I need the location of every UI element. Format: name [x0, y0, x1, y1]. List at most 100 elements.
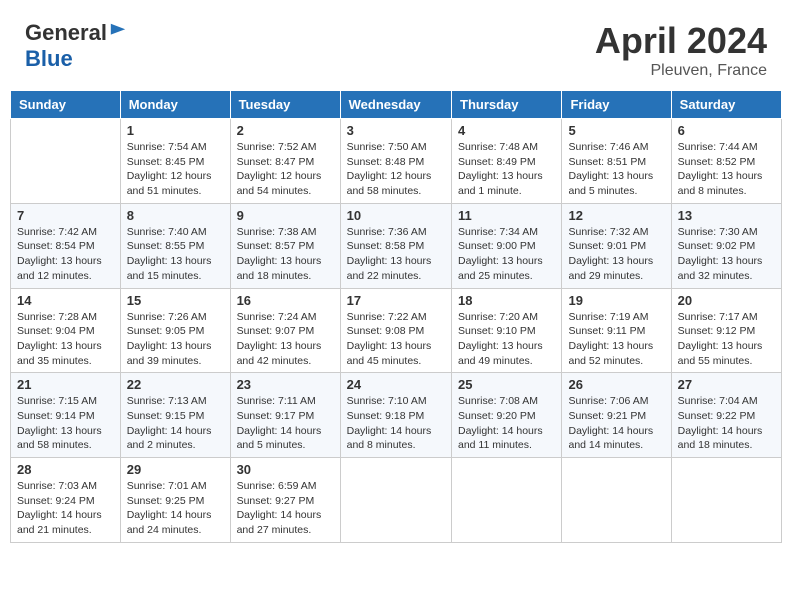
- day-number: 8: [127, 208, 224, 223]
- day-info: Sunrise: 7:10 AM Sunset: 9:18 PM Dayligh…: [347, 394, 445, 453]
- day-info: Sunrise: 7:22 AM Sunset: 9:08 PM Dayligh…: [347, 310, 445, 369]
- day-info: Sunrise: 7:30 AM Sunset: 9:02 PM Dayligh…: [678, 225, 775, 284]
- day-info: Sunrise: 7:54 AM Sunset: 8:45 PM Dayligh…: [127, 140, 224, 199]
- day-number: 6: [678, 123, 775, 138]
- day-number: 22: [127, 377, 224, 392]
- day-info: Sunrise: 7:26 AM Sunset: 9:05 PM Dayligh…: [127, 310, 224, 369]
- calendar-header-saturday: Saturday: [671, 91, 781, 119]
- calendar-day-cell: 6 Sunrise: 7:44 AM Sunset: 8:52 PM Daylig…: [671, 119, 781, 204]
- calendar-day-cell: 5 Sunrise: 7:46 AM Sunset: 8:51 PM Daylig…: [562, 119, 671, 204]
- day-number: 16: [237, 293, 334, 308]
- day-info: Sunrise: 7:38 AM Sunset: 8:57 PM Dayligh…: [237, 225, 334, 284]
- calendar-day-cell: 27Sunrise: 7:04 AM Sunset: 9:22 PM Dayli…: [671, 373, 781, 458]
- month-year-title: April 2024: [595, 20, 767, 62]
- calendar-day-cell: 24 Sunrise: 7:10 AM Sunset: 9:18 PM Dayli…: [340, 373, 451, 458]
- calendar-day-cell: 8 Sunrise: 7:40 AM Sunset: 8:55 PM Daylig…: [120, 203, 230, 288]
- day-info: Sunrise: 7:52 AM Sunset: 8:47 PM Dayligh…: [237, 140, 334, 199]
- day-info: Sunrise: 7:01 AM Sunset: 9:25 PM Dayligh…: [127, 479, 224, 538]
- day-number: 5: [568, 123, 664, 138]
- calendar-day-cell: 15 Sunrise: 7:26 AM Sunset: 9:05 PM Dayli…: [120, 288, 230, 373]
- day-number: 19: [568, 293, 664, 308]
- calendar-header-thursday: Thursday: [452, 91, 562, 119]
- page-header: General Blue April 2024 Pleuven, France: [10, 10, 782, 85]
- calendar-day-cell: 22 Sunrise: 7:13 AM Sunset: 9:15 PM Dayli…: [120, 373, 230, 458]
- day-info: Sunrise: 7:03 AM Sunset: 9:24 PM Dayligh…: [17, 479, 114, 538]
- day-info: Sunrise: 7:11 AM Sunset: 9:17 PM Dayligh…: [237, 394, 334, 453]
- day-number: 21: [17, 377, 114, 392]
- calendar-day-cell: 20 Sunrise: 7:17 AM Sunset: 9:12 PM Dayli…: [671, 288, 781, 373]
- day-number: 2: [237, 123, 334, 138]
- calendar-day-cell: 11 Sunrise: 7:34 AM Sunset: 9:00 PM Dayli…: [452, 203, 562, 288]
- day-number: 4: [458, 123, 555, 138]
- calendar-day-cell: 29 Sunrise: 7:01 AM Sunset: 9:25 PM Dayli…: [120, 458, 230, 543]
- day-info: Sunrise: 7:42 AM Sunset: 8:54 PM Dayligh…: [17, 225, 114, 284]
- day-number: 29: [127, 462, 224, 477]
- calendar-day-cell: 3 Sunrise: 7:50 AM Sunset: 8:48 PM Daylig…: [340, 119, 451, 204]
- calendar-day-cell: 4 Sunrise: 7:48 AM Sunset: 8:49 PM Daylig…: [452, 119, 562, 204]
- calendar-body: 1Sunrise: 7:54 AM Sunset: 8:45 PM Daylig…: [11, 119, 782, 543]
- logo-flag-icon: [109, 22, 127, 40]
- calendar-header-wednesday: Wednesday: [340, 91, 451, 119]
- logo-general-text: General Blue: [25, 20, 127, 72]
- day-number: 9: [237, 208, 334, 223]
- calendar-day-cell: [562, 458, 671, 543]
- calendar-day-cell: 30 Sunrise: 6:59 AM Sunset: 9:27 PM Dayli…: [230, 458, 340, 543]
- day-number: 7: [17, 208, 114, 223]
- calendar-header-friday: Friday: [562, 91, 671, 119]
- title-block: April 2024 Pleuven, France: [595, 20, 767, 80]
- day-number: 10: [347, 208, 445, 223]
- day-number: 3: [347, 123, 445, 138]
- day-info: Sunrise: 7:17 AM Sunset: 9:12 PM Dayligh…: [678, 310, 775, 369]
- location-subtitle: Pleuven, France: [595, 62, 767, 80]
- calendar-day-cell: 23 Sunrise: 7:11 AM Sunset: 9:17 PM Dayli…: [230, 373, 340, 458]
- calendar-day-cell: 7 Sunrise: 7:42 AM Sunset: 8:54 PM Daylig…: [11, 203, 121, 288]
- day-info: Sunrise: 7:15 AM Sunset: 9:14 PM Dayligh…: [17, 394, 114, 453]
- calendar-day-cell: 16Sunrise: 7:24 AM Sunset: 9:07 PM Dayli…: [230, 288, 340, 373]
- day-info: Sunrise: 7:19 AM Sunset: 9:11 PM Dayligh…: [568, 310, 664, 369]
- calendar-week-row: 7 Sunrise: 7:42 AM Sunset: 8:54 PM Daylig…: [11, 203, 782, 288]
- day-info: Sunrise: 7:06 AM Sunset: 9:21 PM Dayligh…: [568, 394, 664, 453]
- day-info: Sunrise: 7:28 AM Sunset: 9:04 PM Dayligh…: [17, 310, 114, 369]
- day-number: 23: [237, 377, 334, 392]
- day-number: 11: [458, 208, 555, 223]
- calendar-day-cell: 1Sunrise: 7:54 AM Sunset: 8:45 PM Daylig…: [120, 119, 230, 204]
- day-info: Sunrise: 7:46 AM Sunset: 8:51 PM Dayligh…: [568, 140, 664, 199]
- calendar-day-cell: 21 Sunrise: 7:15 AM Sunset: 9:14 PM Dayli…: [11, 373, 121, 458]
- day-info: Sunrise: 7:32 AM Sunset: 9:01 PM Dayligh…: [568, 225, 664, 284]
- day-info: Sunrise: 7:48 AM Sunset: 8:49 PM Dayligh…: [458, 140, 555, 199]
- day-number: 30: [237, 462, 334, 477]
- calendar-day-cell: 13 Sunrise: 7:30 AM Sunset: 9:02 PM Dayli…: [671, 203, 781, 288]
- calendar-day-cell: 17 Sunrise: 7:22 AM Sunset: 9:08 PM Dayli…: [340, 288, 451, 373]
- day-info: Sunrise: 7:13 AM Sunset: 9:15 PM Dayligh…: [127, 394, 224, 453]
- calendar-day-cell: 28 Sunrise: 7:03 AM Sunset: 9:24 PM Dayli…: [11, 458, 121, 543]
- day-info: Sunrise: 7:50 AM Sunset: 8:48 PM Dayligh…: [347, 140, 445, 199]
- day-number: 20: [678, 293, 775, 308]
- day-info: Sunrise: 7:34 AM Sunset: 9:00 PM Dayligh…: [458, 225, 555, 284]
- calendar-day-cell: 26 Sunrise: 7:06 AM Sunset: 9:21 PM Dayli…: [562, 373, 671, 458]
- day-number: 15: [127, 293, 224, 308]
- day-number: 13: [678, 208, 775, 223]
- day-info: Sunrise: 7:20 AM Sunset: 9:10 PM Dayligh…: [458, 310, 555, 369]
- calendar-day-cell: 25 Sunrise: 7:08 AM Sunset: 9:20 PM Dayli…: [452, 373, 562, 458]
- day-number: 26: [568, 377, 664, 392]
- calendar-week-row: 21 Sunrise: 7:15 AM Sunset: 9:14 PM Dayli…: [11, 373, 782, 458]
- calendar-day-cell: 10 Sunrise: 7:36 AM Sunset: 8:58 PM Dayli…: [340, 203, 451, 288]
- day-number: 28: [17, 462, 114, 477]
- calendar-header-monday: Monday: [120, 91, 230, 119]
- day-number: 25: [458, 377, 555, 392]
- day-info: Sunrise: 7:04 AM Sunset: 9:22 PM Dayligh…: [678, 394, 775, 453]
- day-info: Sunrise: 6:59 AM Sunset: 9:27 PM Dayligh…: [237, 479, 334, 538]
- day-number: 17: [347, 293, 445, 308]
- day-info: Sunrise: 7:08 AM Sunset: 9:20 PM Dayligh…: [458, 394, 555, 453]
- calendar-week-row: 1Sunrise: 7:54 AM Sunset: 8:45 PM Daylig…: [11, 119, 782, 204]
- calendar-header-row: SundayMondayTuesdayWednesdayThursdayFrid…: [11, 91, 782, 119]
- day-info: Sunrise: 7:40 AM Sunset: 8:55 PM Dayligh…: [127, 225, 224, 284]
- day-number: 24: [347, 377, 445, 392]
- logo: General Blue: [25, 20, 127, 72]
- calendar-day-cell: [452, 458, 562, 543]
- calendar-week-row: 28 Sunrise: 7:03 AM Sunset: 9:24 PM Dayli…: [11, 458, 782, 543]
- calendar-day-cell: 12Sunrise: 7:32 AM Sunset: 9:01 PM Dayli…: [562, 203, 671, 288]
- day-number: 14: [17, 293, 114, 308]
- day-info: Sunrise: 7:36 AM Sunset: 8:58 PM Dayligh…: [347, 225, 445, 284]
- day-info: Sunrise: 7:44 AM Sunset: 8:52 PM Dayligh…: [678, 140, 775, 199]
